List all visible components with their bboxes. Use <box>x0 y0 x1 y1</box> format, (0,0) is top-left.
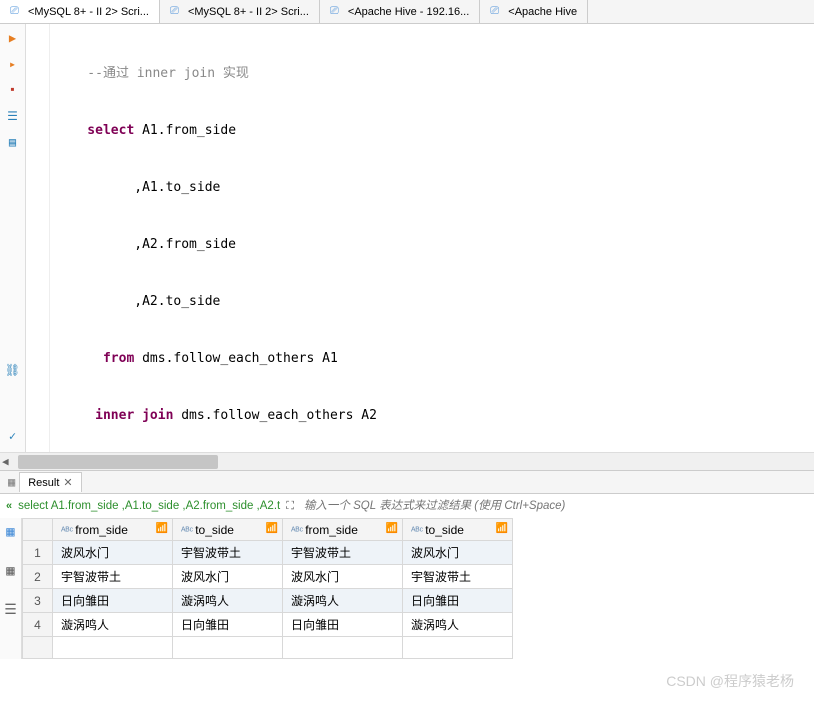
sql-file-icon: ⎚ <box>170 5 184 19</box>
tab-1[interactable]: ⎚ <MySQL 8+ - II 2> Scri... <box>160 0 320 23</box>
col-header-2[interactable]: ᴬᴮᶜfrom_side📶 <box>283 519 403 541</box>
filter-icon[interactable]: 📶 <box>266 523 278 534</box>
sql-file-icon: ⎚ <box>330 5 344 19</box>
link-icon[interactable]: ⛓ <box>5 362 21 378</box>
table-row[interactable]: 2宇智波带土波风水门波风水门宇智波带土 <box>23 565 513 589</box>
tab-label: <Apache Hive - 192.16... <box>348 6 469 18</box>
result-grid[interactable]: ᴬᴮᶜfrom_side📶 ᴬᴮᶜto_side📶 ᴬᴮᶜfrom_side📶 … <box>22 518 513 659</box>
editor-sidebar: ▶ ▸ ▪ ☰ ▤ ⛓ ✓ <box>0 24 26 452</box>
result-toolbar: « select A1.from_side ,A1.to_side ,A2.fr… <box>0 494 814 518</box>
tab-label: <Apache Hive <box>508 6 577 18</box>
result-tab-label: Result <box>28 477 59 489</box>
col-header-1[interactable]: ᴬᴮᶜto_side📶 <box>173 519 283 541</box>
result-panel-tabs: ▦ Result ✕ <box>0 470 814 494</box>
sql-editor[interactable]: --通过 inner join 实现 select A1.from_side ,… <box>26 24 814 452</box>
abc-icon: ᴬᴮᶜ <box>181 526 193 537</box>
sql-file-icon: ⎚ <box>10 5 24 19</box>
list-icon[interactable]: ☰ <box>5 108 21 124</box>
editor-tabs: ⎚ <MySQL 8+ - II 2> Scri... ⎚ <MySQL 8+ - … <box>0 0 814 24</box>
horizontal-scrollbar[interactable]: ◀ <box>0 452 814 470</box>
panel-icon[interactable]: ▤ <box>5 134 21 150</box>
table-row[interactable]: 4漩涡鸣人日向雏田日向雏田漩涡鸣人 <box>23 613 513 637</box>
table-row[interactable] <box>23 637 513 659</box>
main-area: ▶ ▸ ▪ ☰ ▤ ⛓ ✓ --通过 inner join 实现 select … <box>0 24 814 452</box>
table-row[interactable]: 1波风水门宇智波带土宇智波带土波风水门 <box>23 541 513 565</box>
grid-mode-icon-2[interactable]: ▦ <box>6 563 14 580</box>
filter-icon[interactable]: 📶 <box>156 523 168 534</box>
grid-mode-icon[interactable]: ▦ <box>6 524 14 541</box>
expand-icon[interactable]: ⛶ <box>286 500 294 513</box>
run-alt-icon[interactable]: ▸ <box>5 56 21 72</box>
rownum-header[interactable] <box>23 519 53 541</box>
close-icon[interactable]: ✕ <box>63 476 72 489</box>
result-tab[interactable]: Result ✕ <box>19 472 81 492</box>
grid-sidebar: ▦ ▦ ☰ <box>0 518 22 659</box>
filter-icon[interactable]: 📶 <box>496 523 508 534</box>
code: --通过 inner join 实现 select A1.from_side ,… <box>26 24 814 452</box>
tab-label: <MySQL 8+ - II 2> Scri... <box>28 6 149 18</box>
tab-2[interactable]: ⎚ <Apache Hive - 192.16... <box>320 0 480 23</box>
abc-icon: ᴬᴮᶜ <box>291 526 303 537</box>
chevron-left-icon[interactable]: « <box>6 500 12 512</box>
stop-icon[interactable]: ▪ <box>5 82 21 98</box>
grid-icon: ▦ <box>8 475 15 490</box>
tab-3[interactable]: ⎚ <Apache Hive <box>480 0 588 23</box>
result-query-text: select A1.from_side ,A1.to_side ,A2.from… <box>18 500 280 512</box>
col-header-3[interactable]: ᴬᴮᶜto_side📶 <box>403 519 513 541</box>
commit-icon[interactable]: ✓ <box>5 428 21 444</box>
filter-icon[interactable]: 📶 <box>386 523 398 534</box>
run-icon[interactable]: ▶ <box>5 30 21 46</box>
abc-icon: ᴬᴮᶜ <box>61 526 73 537</box>
tab-0[interactable]: ⎚ <MySQL 8+ - II 2> Scri... <box>0 0 160 23</box>
editor-gutter <box>26 24 50 452</box>
tab-label: <MySQL 8+ - II 2> Scri... <box>188 6 309 18</box>
result-grid-wrap: ▦ ▦ ☰ ᴬᴮᶜfrom_side📶 ᴬᴮᶜto_side📶 ᴬᴮᶜfrom_… <box>0 518 814 659</box>
sql-file-icon: ⎚ <box>490 5 504 19</box>
record-icon[interactable]: ☰ <box>4 602 17 619</box>
watermark: CSDN @程序猿老杨 <box>666 671 794 691</box>
filter-input[interactable] <box>300 498 808 514</box>
table-header-row: ᴬᴮᶜfrom_side📶 ᴬᴮᶜto_side📶 ᴬᴮᶜfrom_side📶 … <box>23 519 513 541</box>
abc-icon: ᴬᴮᶜ <box>411 526 423 537</box>
scroll-left-icon[interactable]: ◀ <box>2 455 9 469</box>
scroll-thumb[interactable] <box>18 455 218 469</box>
table-row[interactable]: 3日向雏田漩涡鸣人漩涡鸣人日向雏田 <box>23 589 513 613</box>
col-header-0[interactable]: ᴬᴮᶜfrom_side📶 <box>53 519 173 541</box>
